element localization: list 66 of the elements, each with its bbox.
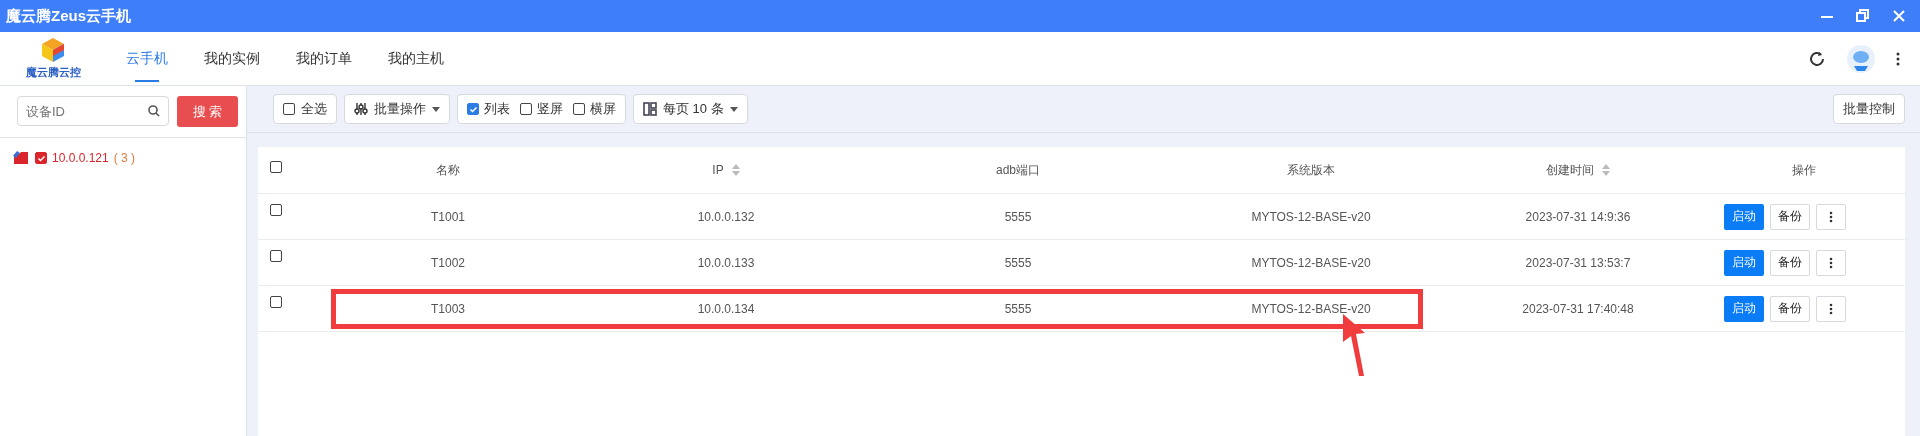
table-cell: 5555 <box>1004 209 1032 224</box>
table-cell: T1002 <box>431 255 465 270</box>
select-all-checkbox[interactable]: 全选 <box>273 94 337 124</box>
table-cell: T1001 <box>431 209 465 224</box>
table-cell: 2023-07-31 14:9:36 <box>1525 209 1631 224</box>
folder-icon <box>12 150 30 166</box>
start-button[interactable]: 启动 <box>1724 295 1764 322</box>
checkbox[interactable] <box>270 296 282 308</box>
nav-tab[interactable]: 我的主机 <box>370 32 462 85</box>
backup-button[interactable]: 备份 <box>1770 249 1810 276</box>
view-checkbox[interactable]: 竖屏 <box>520 100 563 118</box>
column-header: 系统版本 <box>1287 161 1335 179</box>
checkbox[interactable] <box>270 250 282 262</box>
checkbox[interactable] <box>270 204 282 216</box>
column-header: adb端口 <box>996 161 1040 179</box>
table-cell: T1003 <box>431 301 465 316</box>
table-cell: 2023-07-31 17:40:48 <box>1522 301 1634 316</box>
table-cell: MYTOS-12-BASE-v20 <box>1251 255 1371 270</box>
window-title: 魔云腾Zeus云手机 <box>6 6 131 26</box>
view-checkbox[interactable]: 横屏 <box>573 100 616 118</box>
refresh-icon[interactable] <box>1808 49 1826 68</box>
checkbox[interactable] <box>270 161 282 173</box>
sliders-icon <box>354 102 368 116</box>
more-icon[interactable] <box>1896 51 1900 66</box>
more-icon <box>1829 302 1833 315</box>
more-icon <box>1829 210 1833 223</box>
sort-icon[interactable] <box>1602 164 1610 176</box>
table-cell: MYTOS-12-BASE-v20 <box>1251 209 1371 224</box>
nav-tab[interactable]: 我的实例 <box>186 32 278 85</box>
search-button[interactable]: 搜 索 <box>177 96 238 127</box>
backup-button[interactable]: 备份 <box>1770 203 1810 230</box>
column-header: 创建时间 <box>1546 161 1594 179</box>
check-icon <box>468 104 478 114</box>
start-button[interactable]: 启动 <box>1724 203 1764 230</box>
batch-operation-button[interactable]: 批量操作 <box>344 94 450 124</box>
restore-icon[interactable] <box>1856 9 1870 23</box>
host-label[interactable]: 10.0.0.121 <box>52 151 109 165</box>
more-icon <box>1829 256 1833 269</box>
table-cell: 10.0.0.133 <box>697 255 755 270</box>
table-cell: 10.0.0.134 <box>697 301 755 316</box>
column-header: IP <box>712 163 724 177</box>
view-checkbox[interactable]: 列表 <box>467 100 510 118</box>
column-header: 名称 <box>436 161 460 179</box>
table-cell: MYTOS-12-BASE-v20 <box>1251 301 1371 316</box>
page-size-dropdown[interactable]: 每页 10 条 <box>633 94 748 124</box>
table-cell: 5555 <box>1004 301 1032 316</box>
logo-text: 魔云腾云控 <box>25 65 81 80</box>
table-cell: 2023-07-31 13:53:7 <box>1525 255 1631 270</box>
search-icon <box>148 105 160 117</box>
table-cell: 10.0.0.132 <box>697 209 755 224</box>
sort-icon[interactable] <box>731 164 740 176</box>
search-field[interactable]: 设备ID <box>17 96 169 126</box>
backup-button[interactable]: 备份 <box>1770 295 1810 322</box>
device-count: ( 3 ) <box>113 151 136 165</box>
grid-icon <box>643 102 657 116</box>
close-icon[interactable] <box>1892 9 1906 23</box>
nav-tab[interactable]: 我的订单 <box>278 32 370 85</box>
start-button[interactable]: 启动 <box>1724 249 1764 276</box>
nav-tab[interactable]: 云手机 <box>108 32 186 85</box>
avatar-icon[interactable] <box>1846 43 1876 74</box>
cube-logo-icon <box>40 37 66 63</box>
batch-control-button[interactable]: 批量控制 <box>1833 94 1905 124</box>
arrow-icon <box>1341 313 1367 377</box>
checkbox[interactable] <box>35 152 47 164</box>
table-cell: 5555 <box>1004 255 1032 270</box>
column-header: 操作 <box>1792 161 1816 179</box>
